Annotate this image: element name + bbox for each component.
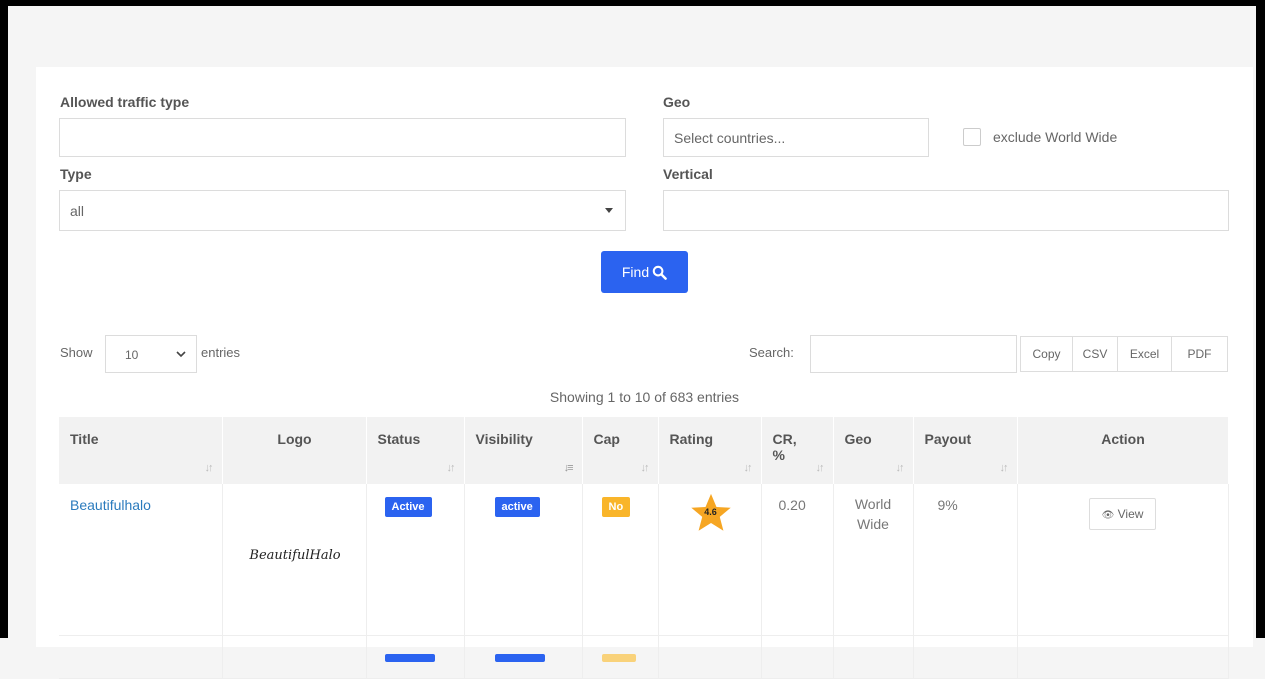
partial-cell xyxy=(1017,635,1229,679)
col-cr[interactable]: CR, % ↓↑ xyxy=(761,417,834,484)
offer-title-cell: Beautifulhalo xyxy=(59,484,223,636)
partial-cell xyxy=(464,635,583,679)
sort-icon: ↓↑ xyxy=(743,462,753,474)
view-button[interactable]: 👁 View xyxy=(1088,498,1157,530)
partial-cell xyxy=(833,635,914,679)
visibility-cell: active xyxy=(464,484,583,636)
show-label: Show xyxy=(60,345,93,360)
exclude-world-wide-checkbox[interactable] xyxy=(963,128,981,146)
cr-cell: 0.20 xyxy=(761,484,834,636)
status-badge: Active xyxy=(384,497,432,517)
search-icon xyxy=(652,265,667,280)
offer-logo: BeautifulHalo xyxy=(233,495,357,616)
search-input[interactable] xyxy=(810,335,1017,373)
cap-badge-partial xyxy=(601,653,636,662)
type-label: Type xyxy=(60,166,92,182)
caret-down-icon xyxy=(605,208,613,213)
visibility-badge-partial xyxy=(494,653,545,662)
type-select[interactable]: all xyxy=(59,190,626,231)
table-row: Beautifulhalo BeautifulHalo Active activ… xyxy=(59,484,1229,636)
col-geo[interactable]: Geo ↓↑ xyxy=(833,417,914,484)
traffic-type-input[interactable] xyxy=(59,118,626,157)
sort-icon: ↓↑ xyxy=(999,462,1009,474)
status-badge-partial xyxy=(384,653,435,662)
traffic-type-label: Allowed traffic type xyxy=(60,94,190,110)
copy-button[interactable]: Copy xyxy=(1020,336,1073,372)
sort-desc-icon: ↓≡ xyxy=(563,462,574,474)
partial-cell xyxy=(913,635,1018,679)
partial-cell xyxy=(658,635,762,679)
vertical-input[interactable] xyxy=(663,190,1229,231)
offer-logo-cell: BeautifulHalo xyxy=(222,484,367,636)
rating-star: 4.6 xyxy=(689,492,733,534)
geo-label: Geo xyxy=(663,94,691,110)
excel-button[interactable]: Excel xyxy=(1117,336,1172,372)
geo-select[interactable]: Select countries... xyxy=(663,118,929,157)
search-label: Search: xyxy=(749,345,794,360)
offers-panel: Allowed traffic type Geo Select countrie… xyxy=(36,67,1253,679)
partial-cell xyxy=(761,635,834,679)
col-logo: Logo xyxy=(222,417,367,484)
sort-icon: ↓↑ xyxy=(815,462,825,474)
offers-table: Title ↓↑ Logo Status ↓↑ Visibility ↓≡ Cap ↓↑… xyxy=(59,417,1229,679)
partial-cell xyxy=(222,635,367,679)
status-cell: Active xyxy=(366,484,465,636)
table-header-row: Title ↓↑ Logo Status ↓↑ Visibility ↓≡ Cap ↓↑… xyxy=(59,417,1229,484)
eye-icon: 👁 xyxy=(1101,510,1115,521)
col-payout[interactable]: Payout ↓↑ xyxy=(913,417,1018,484)
col-visibility[interactable]: Visibility ↓≡ xyxy=(464,417,583,484)
partial-cell xyxy=(59,635,223,679)
col-status[interactable]: Status ↓↑ xyxy=(366,417,465,484)
action-cell: 👁 View xyxy=(1017,484,1229,636)
sort-icon: ↓↑ xyxy=(446,462,456,474)
geo-placeholder: Select countries... xyxy=(674,130,786,146)
table-info: Showing 1 to 10 of 683 entries xyxy=(549,389,740,405)
payout-cell: 9% xyxy=(913,484,1018,636)
vertical-label: Vertical xyxy=(663,166,713,182)
col-action: Action xyxy=(1017,417,1229,484)
sort-icon: ↓↑ xyxy=(640,462,650,474)
table-row-partial xyxy=(59,635,1229,679)
col-rating[interactable]: Rating ↓↑ xyxy=(658,417,762,484)
cap-cell: No xyxy=(582,484,659,636)
visibility-badge: active xyxy=(494,497,540,517)
geo-cell: World Wide xyxy=(833,484,914,636)
sort-icon: ↓↑ xyxy=(895,462,905,474)
partial-cell xyxy=(366,635,465,679)
entries-label: entries xyxy=(201,345,241,360)
exclude-world-wide-label: exclude World Wide xyxy=(993,129,1118,145)
col-title[interactable]: Title ↓↑ xyxy=(59,417,223,484)
offer-title-link[interactable]: Beautifulhalo xyxy=(70,497,151,513)
partial-cell xyxy=(582,635,659,679)
rating-cell: 4.6 xyxy=(658,484,762,636)
pdf-button[interactable]: PDF xyxy=(1171,336,1228,372)
find-button[interactable]: Find xyxy=(601,251,688,293)
col-cap[interactable]: Cap ↓↑ xyxy=(582,417,659,484)
entries-select[interactable]: 10 xyxy=(105,335,197,373)
cap-badge: No xyxy=(601,497,631,517)
sort-icon: ↓↑ xyxy=(204,462,214,474)
chevron-down-icon xyxy=(176,351,186,358)
csv-button[interactable]: CSV xyxy=(1072,336,1118,372)
